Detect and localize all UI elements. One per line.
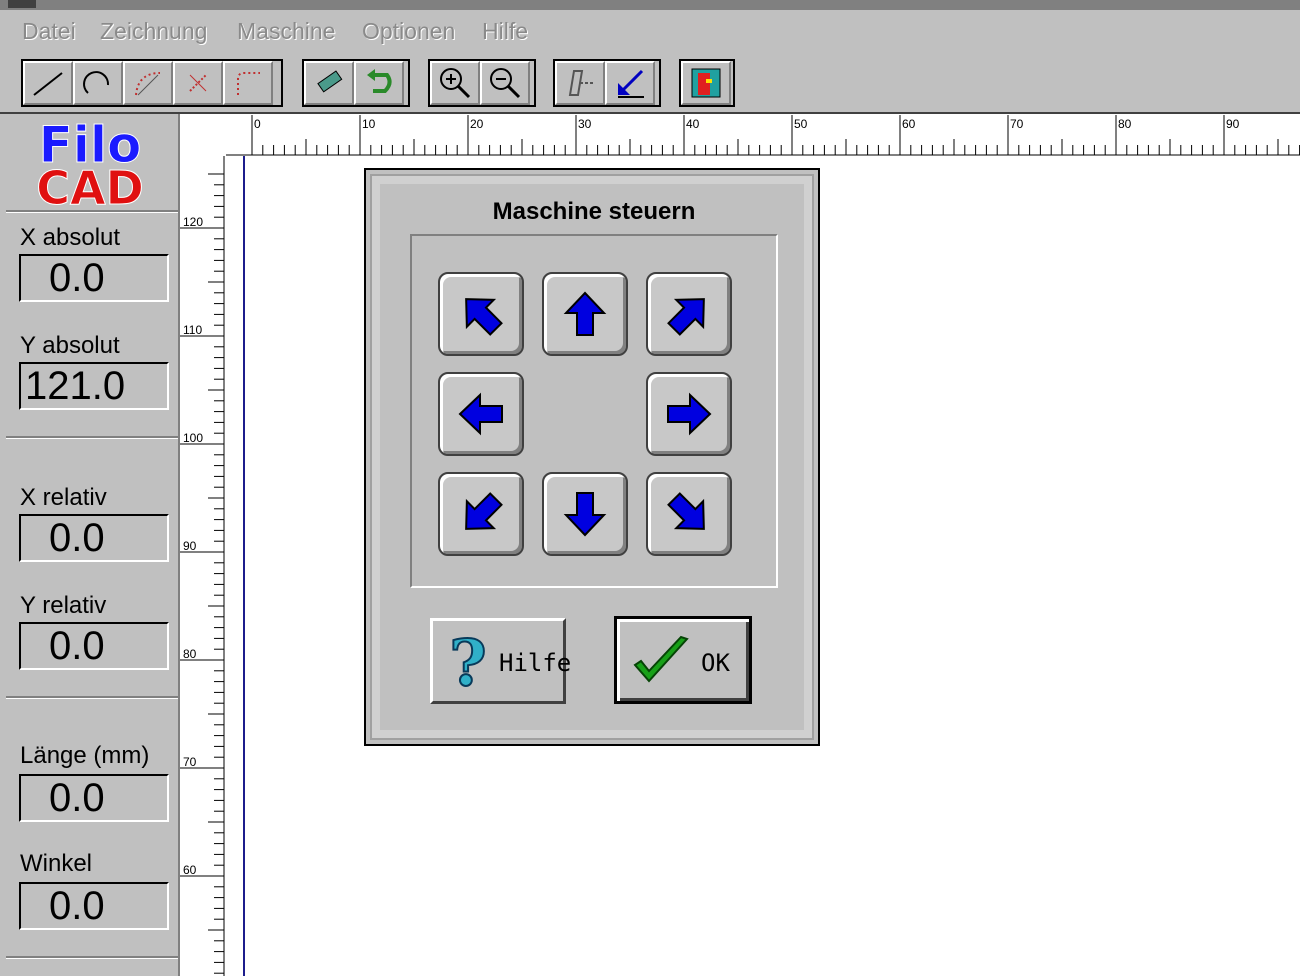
- h-ruler-label: 70: [1010, 117, 1024, 131]
- ok-button[interactable]: OK: [614, 616, 752, 704]
- origin-tool-icon[interactable]: [605, 61, 655, 105]
- coordinates-panel: Filo CAD X absolut 0.0 Y absolut 121.0 X…: [0, 114, 180, 976]
- h-ruler-label: 90: [1226, 117, 1240, 131]
- v-ruler-label: 120: [183, 215, 203, 229]
- question-mark-icon: ?: [448, 627, 488, 697]
- v-ruler-label: 110: [183, 323, 202, 337]
- title-bar: [0, 0, 1300, 10]
- menu-zeichnung[interactable]: Zeichnung: [100, 18, 207, 45]
- ok-label: OK: [701, 649, 730, 677]
- svg-text:?: ?: [449, 627, 487, 697]
- v-ruler-label: 60: [183, 863, 197, 877]
- arrow-down-right-icon: [667, 492, 705, 530]
- h-ruler-label: 40: [686, 117, 700, 131]
- move-left-button[interactable]: [438, 372, 524, 456]
- logo-line2: CAD: [36, 161, 144, 210]
- machine-tool-icon[interactable]: [555, 61, 605, 105]
- move-down-right-button[interactable]: [646, 472, 732, 556]
- zoom-out-icon[interactable]: [480, 61, 530, 105]
- menu-maschine[interactable]: Maschine: [237, 18, 335, 45]
- arrow-down-icon: [563, 492, 607, 537]
- horizontal-ruler: 0 10 20 30 40 50 60 70 80 90: [226, 114, 1300, 156]
- y-relativ-label: Y relativ: [20, 592, 107, 619]
- y-absolut-label: Y absolut: [20, 332, 120, 359]
- v-ruler-label: 100: [183, 431, 203, 445]
- dotted-arc-tool-icon[interactable]: [123, 61, 173, 105]
- arc-tool-icon[interactable]: [73, 61, 123, 105]
- zoom-in-icon[interactable]: [430, 61, 480, 105]
- menu-datei[interactable]: Datei: [22, 18, 76, 45]
- move-up-button[interactable]: [542, 272, 628, 356]
- system-menu-icon[interactable]: [8, 0, 36, 8]
- v-ruler-label: 70: [183, 755, 197, 769]
- maschine-steuern-dialog: Maschine steuern ? Hilfe OK: [364, 168, 820, 746]
- h-ruler-label: 20: [470, 117, 484, 131]
- edit-tools-group: [302, 59, 410, 107]
- y-absolut-value: 121.0: [19, 362, 169, 410]
- separator: [6, 696, 178, 699]
- h-ruler-label: 10: [362, 117, 376, 131]
- exit-tools-group: [679, 59, 735, 107]
- arrow-right-icon: [667, 392, 712, 436]
- x-absolut-label: X absolut: [20, 224, 121, 251]
- arrow-left-icon: [458, 392, 503, 436]
- filocad-logo: Filo CAD: [36, 116, 145, 211]
- toolbar: [0, 54, 1300, 114]
- point-tool-icon[interactable]: [173, 61, 223, 105]
- move-up-right-button[interactable]: [646, 272, 732, 356]
- x-relativ-label: X relativ: [20, 484, 107, 511]
- move-down-left-button[interactable]: [438, 472, 524, 556]
- h-ruler-label: 30: [578, 117, 592, 131]
- x-relativ-value: 0.0: [19, 514, 169, 562]
- arrow-up-icon: [563, 291, 607, 336]
- vertical-ruler: 120 110 100 90 80 70 60: [180, 114, 226, 976]
- arrow-up-right-icon: [667, 298, 705, 336]
- y-relativ-value: 0.0: [19, 622, 169, 670]
- winkel-value: 0.0: [19, 882, 169, 930]
- help-button[interactable]: ? Hilfe: [430, 618, 571, 704]
- machine-tools-group: [553, 59, 661, 107]
- separator: [6, 956, 178, 959]
- separator: [6, 210, 178, 213]
- erase-tool-icon[interactable]: [304, 61, 354, 105]
- h-ruler-label: 50: [794, 117, 808, 131]
- menu-optionen[interactable]: Optionen: [362, 18, 455, 45]
- arrow-up-left-icon: [465, 298, 503, 336]
- laenge-value: 0.0: [19, 774, 169, 822]
- v-ruler-label: 90: [183, 539, 197, 553]
- corner-tool-icon[interactable]: [223, 61, 273, 105]
- draw-tools-group: [21, 59, 283, 107]
- laenge-label: Länge (mm): [20, 742, 150, 769]
- winkel-label: Winkel: [20, 850, 93, 877]
- help-label: Hilfe: [499, 649, 572, 677]
- zoom-tools-group: [428, 59, 536, 107]
- x-absolut-value: 0.0: [19, 254, 169, 302]
- dialog-title: Maschine steuern: [492, 198, 696, 225]
- move-right-button[interactable]: [646, 372, 732, 456]
- move-down-button[interactable]: [542, 472, 628, 556]
- v-ruler-label: 80: [183, 647, 197, 661]
- h-ruler-label: 80: [1118, 117, 1132, 131]
- checkmark-icon: [633, 635, 689, 683]
- h-ruler-label: 0: [254, 117, 261, 131]
- arrow-down-left-icon: [465, 492, 503, 530]
- y-axis-line: [243, 156, 245, 976]
- menu-bar: Datei Zeichnung Maschine Optionen Hilfe: [0, 10, 1300, 54]
- line-tool-icon[interactable]: [23, 61, 73, 105]
- undo-tool-icon[interactable]: [354, 61, 404, 105]
- h-ruler-label: 60: [902, 117, 916, 131]
- exit-icon[interactable]: [681, 61, 731, 105]
- separator: [6, 436, 178, 439]
- move-up-left-button[interactable]: [438, 272, 524, 356]
- menu-hilfe[interactable]: Hilfe: [482, 18, 528, 45]
